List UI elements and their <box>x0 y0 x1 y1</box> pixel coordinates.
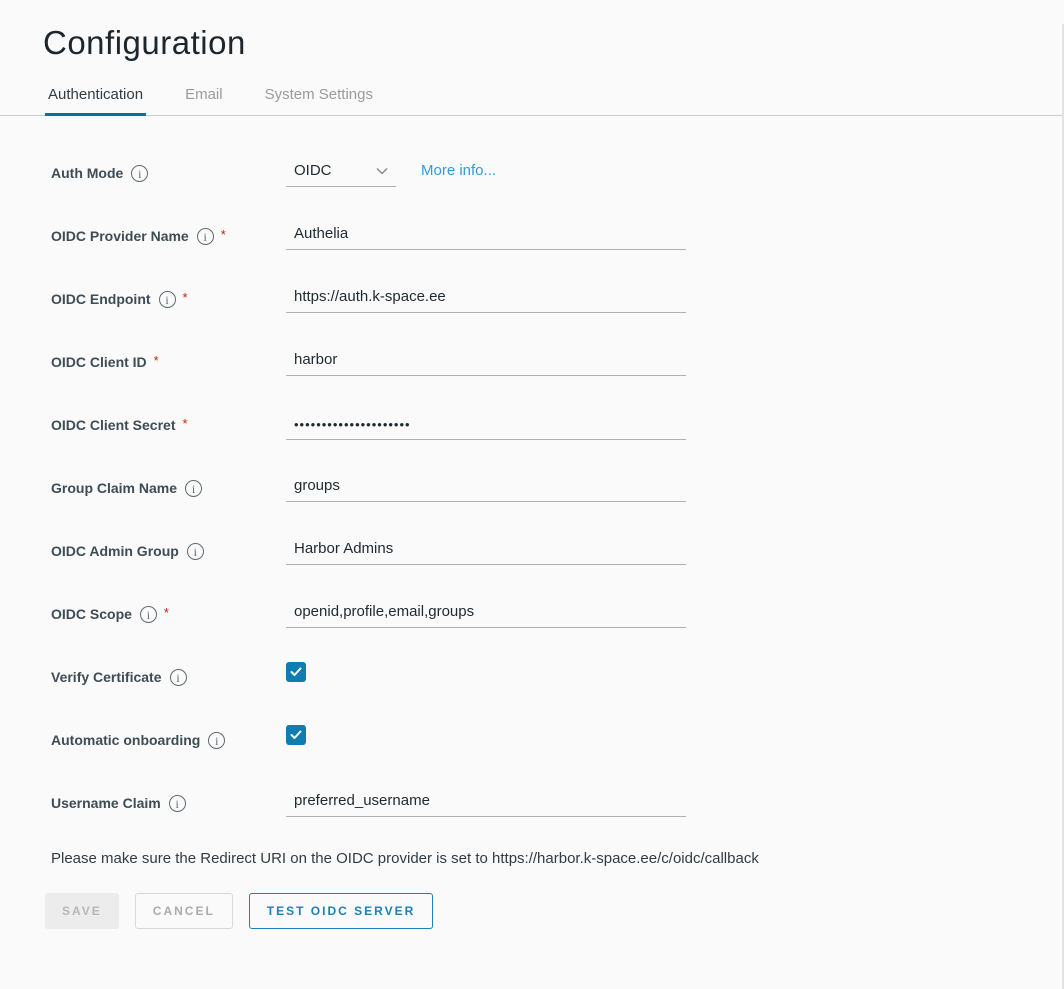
form-row: Verify Certificate i <box>45 660 1064 723</box>
info-icon[interactable]: i <box>169 795 186 812</box>
info-icon[interactable]: i <box>170 669 187 686</box>
form-row: OIDC Provider Name i * Authelia <box>45 219 1064 282</box>
oidc-endpoint-input[interactable]: https://auth.k-space.ee <box>286 282 686 313</box>
field-label-group: OIDC Scope i * <box>45 597 286 660</box>
oidc-client-id-input[interactable]: harbor <box>286 345 686 376</box>
required-asterisk: * <box>154 353 159 368</box>
field-label: OIDC Admin Group <box>51 543 179 560</box>
required-asterisk: * <box>183 290 188 305</box>
field-label: OIDC Client Secret <box>51 417 175 434</box>
tab-bar: Authentication Email System Settings <box>0 86 1064 116</box>
more-info-link[interactable]: More info... <box>421 156 496 179</box>
field-label-group: Group Claim Name i <box>45 471 286 534</box>
field-label: OIDC Provider Name <box>51 228 189 245</box>
verify-certificate-checkbox[interactable] <box>286 662 306 682</box>
field-label-group: OIDC Admin Group i <box>45 534 286 597</box>
field-control: Harbor Admins <box>286 534 1064 597</box>
form-row: OIDC Admin Group i Harbor Admins <box>45 534 1064 597</box>
field-label: Verify Certificate <box>51 669 162 686</box>
tab-authentication[interactable]: Authentication <box>45 86 146 116</box>
info-icon[interactable]: i <box>185 480 202 497</box>
info-icon[interactable]: i <box>159 291 176 308</box>
oidc-client-secret-input[interactable]: ••••••••••••••••••••• <box>286 408 686 440</box>
field-control <box>286 660 1064 723</box>
tab-system-settings[interactable]: System Settings <box>262 86 376 116</box>
field-label-group: Verify Certificate i <box>45 660 286 723</box>
form-row: Username Claim i preferred_username <box>45 786 1064 849</box>
form-row: OIDC Client Secret * •••••••••••••••••••… <box>45 408 1064 471</box>
field-label: OIDC Endpoint <box>51 291 151 308</box>
redirect-uri-note: Please make sure the Redirect URI on the… <box>0 849 1064 869</box>
field-control: Authelia <box>286 219 1064 282</box>
button-row: SAVE CANCEL TEST OIDC SERVER <box>0 893 1064 929</box>
field-control: preferred_username <box>286 786 1064 849</box>
info-icon[interactable]: i <box>140 606 157 623</box>
group-claim-name-input[interactable]: groups <box>286 471 686 502</box>
auth-mode-select[interactable]: OIDC <box>286 156 396 187</box>
field-control: groups <box>286 471 1064 534</box>
cancel-button[interactable]: CANCEL <box>135 893 233 929</box>
check-icon <box>290 667 302 677</box>
form-row: OIDC Endpoint i * https://auth.k-space.e… <box>45 282 1064 345</box>
info-icon[interactable]: i <box>208 732 225 749</box>
field-label: Automatic onboarding <box>51 732 200 749</box>
required-asterisk: * <box>164 605 169 620</box>
required-asterisk: * <box>182 416 187 431</box>
test-oidc-server-button[interactable]: TEST OIDC SERVER <box>249 893 433 929</box>
field-label-group: Auth Mode i <box>45 156 286 219</box>
field-label-group: OIDC Provider Name i * <box>45 219 286 282</box>
field-label-group: Username Claim i <box>45 786 286 849</box>
form-row: OIDC Scope i * openid,profile,email,grou… <box>45 597 1064 660</box>
check-icon <box>290 730 302 740</box>
field-control <box>286 723 1064 786</box>
info-icon[interactable]: i <box>131 165 148 182</box>
chevron-down-icon <box>376 167 388 175</box>
field-control: ••••••••••••••••••••• <box>286 408 1064 471</box>
form-row: Auth Mode i OIDC More info... <box>45 156 1064 219</box>
field-label-group: OIDC Client Secret * <box>45 408 286 471</box>
username-claim-input[interactable]: preferred_username <box>286 786 686 817</box>
form-row: Automatic onboarding i <box>45 723 1064 786</box>
field-label-group: OIDC Endpoint i * <box>45 282 286 345</box>
field-label: Group Claim Name <box>51 480 177 497</box>
field-label-group: OIDC Client ID * <box>45 345 286 408</box>
tab-email[interactable]: Email <box>182 86 226 116</box>
form-row: Group Claim Name i groups <box>45 471 1064 534</box>
field-label: Auth Mode <box>51 165 123 182</box>
page-title: Configuration <box>43 24 1064 62</box>
field-label-group: Automatic onboarding i <box>45 723 286 786</box>
field-control: OIDC More info... <box>286 156 1064 219</box>
field-control: openid,profile,email,groups <box>286 597 1064 660</box>
save-button[interactable]: SAVE <box>45 893 119 929</box>
field-label: Username Claim <box>51 795 161 812</box>
required-asterisk: * <box>221 227 226 242</box>
automatic-onboarding-checkbox[interactable] <box>286 725 306 745</box>
field-label: OIDC Scope <box>51 606 132 623</box>
oidc-admin-group-input[interactable]: Harbor Admins <box>286 534 686 565</box>
info-icon[interactable]: i <box>187 543 204 560</box>
field-label: OIDC Client ID <box>51 354 147 371</box>
info-icon[interactable]: i <box>197 228 214 245</box>
form-rows: Auth Mode i OIDC More info... OIDC Provid… <box>0 156 1064 849</box>
field-control: https://auth.k-space.ee <box>286 282 1064 345</box>
form-row: OIDC Client ID * harbor <box>45 345 1064 408</box>
field-control: harbor <box>286 345 1064 408</box>
oidc-scope-input[interactable]: openid,profile,email,groups <box>286 597 686 628</box>
oidc-provider-name-input[interactable]: Authelia <box>286 219 686 250</box>
